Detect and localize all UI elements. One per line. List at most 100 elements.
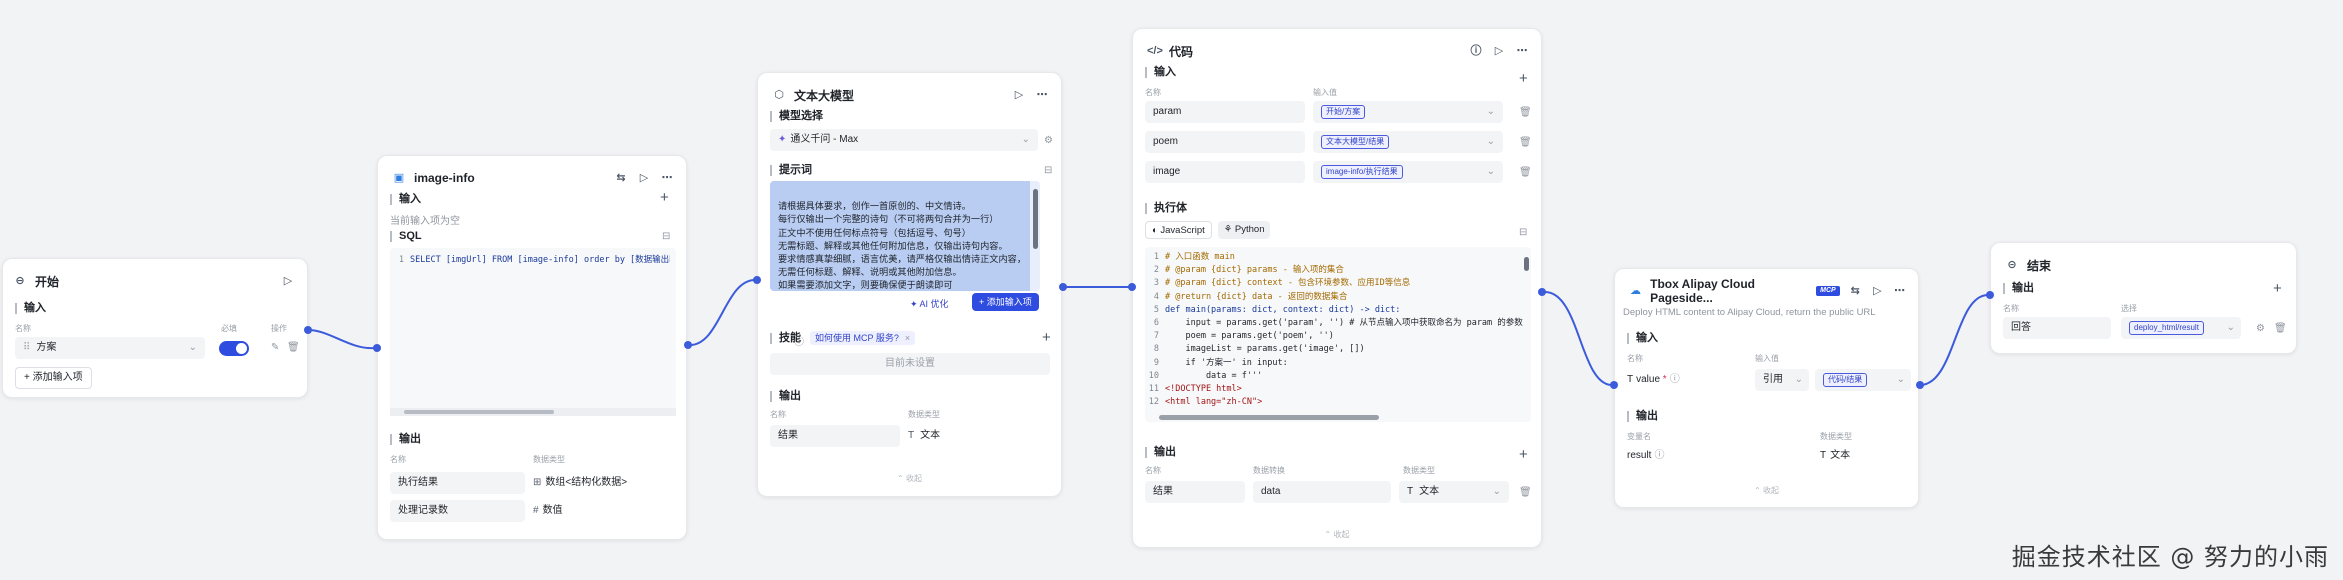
delete-icon[interactable]: 🗑 bbox=[1519, 137, 1532, 148]
add-input-button[interactable]: + 添加输入项 bbox=[972, 293, 1039, 311]
workflow-canvas[interactable]: ⊖ 开始 ▷ 输入 名称 必填 操作 ⠿ 方案 ⌄ ✎ 🗑 + 添加输入项 ▣ im… bbox=[0, 0, 2343, 580]
vertical-scrollbar[interactable] bbox=[1033, 189, 1038, 249]
model-select[interactable]: ✦ 通义千问 - Max ⌄ bbox=[770, 129, 1038, 151]
output-type-select[interactable]: T 文本 ⌄ bbox=[1399, 481, 1509, 503]
tab-python[interactable]: ⚘ Python bbox=[1217, 221, 1271, 239]
code-input-handle[interactable] bbox=[1128, 283, 1136, 291]
delete-icon[interactable]: 🗑 bbox=[2274, 323, 2287, 334]
ai-optimize-button[interactable]: ✦ AI 优化 bbox=[910, 297, 949, 310]
delete-icon[interactable]: 🗑 bbox=[287, 342, 300, 353]
collapse-button[interactable]: ⌃ 收起 bbox=[758, 473, 1061, 484]
run-icon[interactable]: ▷ bbox=[281, 274, 295, 288]
required-toggle[interactable] bbox=[219, 341, 249, 356]
start-output-handle[interactable] bbox=[304, 326, 312, 334]
input-value-select[interactable]: image-info/执行结果 ⌄ bbox=[1313, 161, 1503, 183]
run-icon[interactable]: ▷ bbox=[1492, 44, 1506, 58]
llm-input-handle[interactable] bbox=[753, 276, 761, 284]
col-name: 名称 bbox=[770, 410, 786, 419]
chevron-down-icon: ⌄ bbox=[1021, 134, 1030, 145]
vertical-scrollbar[interactable] bbox=[1524, 257, 1529, 271]
settings-icon[interactable]: ⚙ bbox=[2256, 323, 2265, 334]
horizontal-scrollbar[interactable] bbox=[1159, 415, 1379, 420]
output-section-label: 输出 bbox=[1627, 411, 1658, 422]
end-node[interactable]: ⊝ 结束 输出 + 名称 选择 回答 deploy_html/result ⌄ ⚙… bbox=[1990, 242, 2297, 354]
chevron-down-icon: ⌄ bbox=[1486, 136, 1495, 147]
code-line: # @param {dict} params - 输入项的集合 bbox=[1165, 265, 1344, 276]
end-input-handle[interactable] bbox=[1986, 291, 1994, 299]
input-mode-select[interactable]: 引用 ⌄ bbox=[1755, 369, 1809, 391]
col-type: 数据类型 bbox=[908, 410, 940, 419]
output-name-field[interactable]: 执行结果 bbox=[390, 472, 525, 494]
col-input: 输入值 bbox=[1755, 354, 1779, 363]
run-icon[interactable]: ▷ bbox=[1871, 284, 1884, 298]
input-value-select[interactable]: 开始/方案 ⌄ bbox=[1313, 101, 1503, 123]
llm-output-handle[interactable] bbox=[1059, 283, 1067, 291]
swap-icon[interactable]: ⇆ bbox=[1849, 284, 1862, 298]
input-value-select[interactable]: 文本大模型/结果 ⌄ bbox=[1313, 131, 1503, 153]
code-line: <html lang="zh-CN"> bbox=[1165, 397, 1263, 408]
delete-icon[interactable]: 🗑 bbox=[1519, 167, 1532, 178]
expand-icon[interactable]: ⊟ bbox=[1519, 227, 1527, 238]
expand-icon[interactable]: ⊟ bbox=[662, 231, 670, 242]
sql-code: SELECT [imgUrl] FROM [image-info] order … bbox=[410, 255, 670, 265]
code-line: input = params.get('param', '') # 从节点输入项… bbox=[1165, 318, 1523, 329]
add-output-icon[interactable]: + bbox=[2273, 281, 2282, 296]
mcp-help-tag[interactable]: 如何使用 MCP 服务? × bbox=[810, 331, 916, 345]
run-icon[interactable]: ▷ bbox=[637, 171, 651, 185]
node-title: Tbox Alipay Cloud Pageside... bbox=[1650, 277, 1755, 305]
info-icon[interactable]: ⓘ bbox=[1469, 44, 1483, 58]
add-input-button[interactable]: + 添加输入项 bbox=[15, 367, 92, 389]
code-editor[interactable]: 1 2 3 4 5 6 7 8 9 10 11 12 # 入口函数 main # @param {di… bbox=[1145, 247, 1531, 422]
image-info-node[interactable]: ▣ image-info ⇆ ▷ ⋯ 输入 + 当前输入项为空 SQL ⊟ 1 … bbox=[377, 155, 687, 540]
tbox-node[interactable]: ☁ Tbox Alipay Cloud Pageside... MCP ⇆ ▷ … bbox=[1614, 268, 1919, 508]
output-var-field[interactable]: data bbox=[1253, 481, 1391, 503]
swap-icon[interactable]: ⇆ bbox=[614, 171, 628, 185]
output-name-field[interactable]: 回答 bbox=[2003, 317, 2111, 339]
more-icon[interactable]: ⋯ bbox=[1035, 88, 1049, 102]
add-output-icon[interactable]: + bbox=[1519, 447, 1528, 462]
input-name-field[interactable]: image bbox=[1145, 161, 1305, 183]
more-icon[interactable]: ⋯ bbox=[1515, 44, 1529, 58]
tab-javascript[interactable]: ◐ JavaScript bbox=[1145, 221, 1212, 239]
input-name-field[interactable]: poem bbox=[1145, 131, 1305, 153]
image-info-output-handle[interactable] bbox=[684, 341, 692, 349]
model-icon: ✦ bbox=[778, 134, 787, 145]
array-icon: ⊞ bbox=[533, 477, 542, 488]
input-name-field[interactable]: param bbox=[1145, 101, 1305, 123]
sql-editor[interactable]: 1 SELECT [imgUrl] FROM [image-info] orde… bbox=[390, 248, 676, 416]
edit-icon[interactable]: ✎ bbox=[271, 342, 279, 353]
add-skill-icon[interactable]: + bbox=[1042, 330, 1051, 345]
code-output-handle[interactable] bbox=[1538, 288, 1546, 296]
drag-icon[interactable]: ⠿ bbox=[23, 342, 30, 353]
tbox-input-handle[interactable] bbox=[1610, 381, 1618, 389]
more-icon[interactable]: ⋯ bbox=[660, 171, 674, 185]
output-name-field[interactable]: 结果 bbox=[1145, 481, 1245, 503]
run-icon[interactable]: ▷ bbox=[1012, 88, 1026, 102]
more-icon[interactable]: ⋯ bbox=[1893, 284, 1906, 298]
add-input-icon[interactable]: + bbox=[1519, 71, 1528, 86]
tbox-output-handle[interactable] bbox=[1916, 381, 1924, 389]
horizontal-scrollbar[interactable] bbox=[390, 408, 676, 416]
output-name-field[interactable]: 结果 bbox=[770, 425, 900, 447]
settings-icon[interactable]: ⚙ bbox=[1044, 135, 1053, 146]
collapse-button[interactable]: ⌃ 收起 bbox=[1133, 529, 1541, 540]
output-name-field[interactable]: 处理记录数 bbox=[390, 500, 525, 522]
end-icon: ⊝ bbox=[2007, 259, 2017, 271]
add-input-icon[interactable]: + bbox=[660, 190, 669, 205]
prompt-line: 每行仅输出一个完整的诗句（不可将两句合并为一行） bbox=[778, 214, 999, 225]
output-type: # 数值 bbox=[533, 505, 563, 516]
close-icon: × bbox=[904, 333, 911, 343]
llm-node[interactable]: ⬡ 文本大模型 ▷ ⋯ 模型选择 ✦ 通义千问 - Max ⌄ ⚙ 提示词 ⊟ 请根… bbox=[757, 72, 1062, 497]
collapse-button[interactable]: ⌃ 收起 bbox=[1615, 485, 1918, 496]
code-node[interactable]: </> 代码 ⓘ ▷ ⋯ 输入 + 名称 输入值 param 开始/方案 ⌄ 🗑 … bbox=[1132, 28, 1542, 548]
prompt-editor[interactable]: 请根据具体要求，创作一首原创的、中文情诗。 每行仅输出一个完整的诗句（不可将两句… bbox=[770, 181, 1040, 291]
param-field[interactable]: ⠿ 方案 ⌄ bbox=[15, 337, 205, 359]
expand-icon[interactable]: ⊟ bbox=[1044, 165, 1052, 176]
start-node[interactable]: ⊖ 开始 ▷ 输入 名称 必填 操作 ⠿ 方案 ⌄ ✎ 🗑 + 添加输入项 bbox=[2, 258, 308, 398]
input-value-select[interactable]: 代码/结果 ⌄ bbox=[1815, 369, 1911, 391]
image-info-input-handle[interactable] bbox=[373, 344, 381, 352]
text-type-icon: T bbox=[908, 430, 915, 441]
delete-icon[interactable]: 🗑 bbox=[1519, 107, 1532, 118]
delete-icon[interactable]: 🗑 bbox=[1519, 487, 1532, 498]
output-value-select[interactable]: deploy_html/result ⌄ bbox=[2121, 317, 2241, 339]
